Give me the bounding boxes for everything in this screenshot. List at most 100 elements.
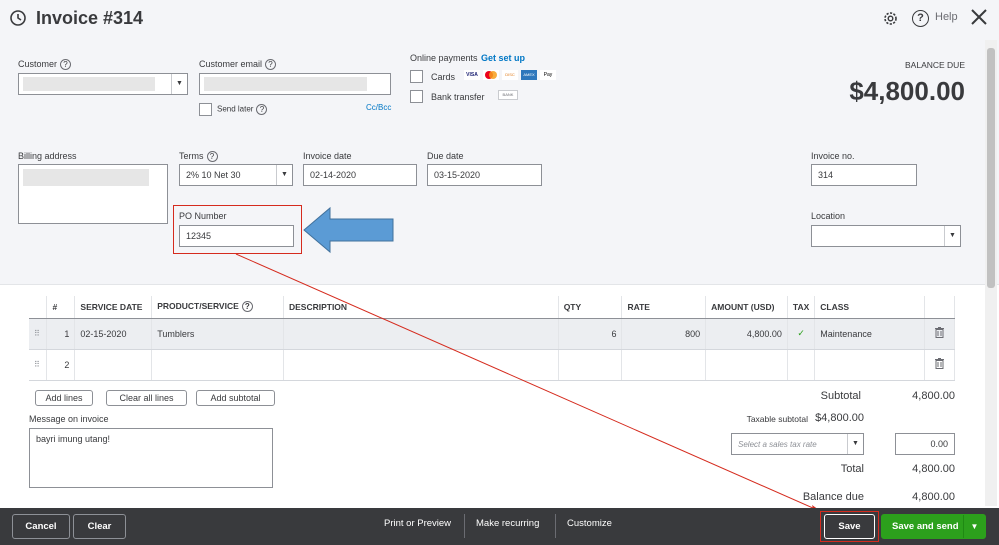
- tax-amount-field[interactable]: 0.00: [895, 433, 955, 455]
- qty-cell[interactable]: 6: [558, 318, 623, 350]
- info-icon[interactable]: ?: [241, 301, 253, 313]
- taxable-subtotal-label: Taxable subtotal: [746, 414, 808, 424]
- chevron-down-icon[interactable]: ▼: [276, 165, 292, 185]
- customize-link[interactable]: Customize: [567, 518, 612, 529]
- online-payments-label: Online payments: [410, 53, 478, 63]
- tax-cell[interactable]: [787, 349, 816, 381]
- bank-icon: BANK: [498, 90, 518, 100]
- description-cell[interactable]: [283, 318, 559, 350]
- chevron-down-icon[interactable]: ▼: [963, 515, 985, 538]
- subtotal-label: Subtotal: [820, 390, 861, 402]
- product-cell[interactable]: [151, 349, 284, 381]
- service-date-cell[interactable]: [74, 349, 153, 381]
- cancel-button[interactable]: Cancel: [12, 514, 70, 539]
- row-number: 2: [46, 349, 76, 381]
- save-and-send-button[interactable]: Save and send ▼: [881, 514, 986, 539]
- help-icon[interactable]: ?: [912, 10, 929, 27]
- history-icon[interactable]: [8, 8, 28, 28]
- clear-all-lines-button[interactable]: Clear all lines: [106, 390, 187, 406]
- mastercard-icon: [483, 70, 499, 80]
- class-cell[interactable]: Maintenance: [814, 318, 925, 350]
- info-icon[interactable]: ?: [256, 104, 268, 115]
- chevron-down-icon[interactable]: ▼: [847, 434, 863, 454]
- message-field[interactable]: bayri imung utang!: [29, 428, 273, 488]
- customer-email-label: Customer email?: [199, 59, 277, 71]
- divider: [555, 514, 556, 538]
- column-header: DESCRIPTION: [283, 296, 559, 319]
- table-header-row: # SERVICE DATE PRODUCT/SERVICE? DESCRIPT…: [29, 296, 955, 319]
- total-label: Total: [840, 463, 864, 475]
- row-number: 1: [46, 318, 76, 350]
- invoice-date-field[interactable]: 02-14-2020: [303, 164, 417, 186]
- get-set-up-link[interactable]: Get set up: [481, 53, 525, 63]
- redacted-value: [23, 77, 155, 91]
- qty-cell[interactable]: [558, 349, 623, 381]
- discover-icon: DISC: [502, 70, 518, 80]
- save-button[interactable]: Save: [824, 514, 875, 539]
- page-title: Invoice #314: [36, 8, 144, 28]
- cards-checkbox[interactable]: [410, 70, 423, 83]
- service-date-cell[interactable]: 02-15-2020: [74, 318, 153, 350]
- tax-rate-select[interactable]: Select a sales tax rate ▼: [731, 433, 864, 455]
- close-icon[interactable]: [969, 7, 989, 27]
- billing-address-label: Billing address: [18, 151, 77, 161]
- amount-cell[interactable]: [705, 349, 788, 381]
- print-preview-link[interactable]: Print or Preview: [384, 518, 451, 529]
- info-icon[interactable]: ?: [206, 151, 218, 163]
- apple-pay-icon: Pay: [540, 70, 556, 80]
- column-header: QTY: [558, 296, 623, 319]
- redacted-value: [23, 169, 149, 186]
- gear-icon[interactable]: [882, 10, 899, 27]
- cc-bcc-link[interactable]: Cc/Bcc: [366, 103, 391, 112]
- customer-label: Customer?: [18, 59, 72, 71]
- chevron-down-icon[interactable]: ▼: [171, 74, 187, 94]
- terms-select[interactable]: 2% 10 Net 30 ▼: [179, 164, 293, 186]
- trash-icon[interactable]: [924, 349, 955, 381]
- send-later-checkbox[interactable]: [199, 103, 212, 116]
- balance-due-total-label: Balance due: [802, 491, 864, 503]
- scrollbar-thumb[interactable]: [987, 48, 995, 288]
- bank-transfer-checkbox[interactable]: [410, 90, 423, 103]
- table-row[interactable]: ⠿ 2: [29, 349, 955, 381]
- balance-due-total-value: 4,800.00: [912, 491, 955, 503]
- class-cell[interactable]: [814, 349, 925, 381]
- add-subtotal-button[interactable]: Add subtotal: [196, 390, 275, 406]
- clear-button[interactable]: Clear: [73, 514, 126, 539]
- trash-icon[interactable]: [924, 318, 955, 350]
- billing-address-field[interactable]: [18, 164, 168, 224]
- column-header: CLASS: [814, 296, 925, 319]
- amount-cell[interactable]: 4,800.00: [705, 318, 788, 350]
- chevron-down-icon[interactable]: ▼: [944, 226, 960, 246]
- due-date-field[interactable]: 03-15-2020: [427, 164, 542, 186]
- table-row[interactable]: ⠿ 1 02-15-2020 Tumblers 6 800 4,800.00 ✓…: [29, 318, 955, 350]
- invoice-no-field[interactable]: 314: [811, 164, 917, 186]
- drag-handle-icon[interactable]: ⠿: [29, 318, 48, 350]
- tax-check-icon[interactable]: ✓: [787, 318, 816, 350]
- tax-rate-placeholder: Select a sales tax rate: [738, 440, 817, 449]
- info-icon[interactable]: ?: [60, 59, 72, 71]
- cards-label: Cards: [431, 72, 456, 82]
- terms-label: Terms?: [179, 151, 218, 163]
- rate-cell[interactable]: 800: [621, 318, 707, 350]
- scrollbar[interactable]: [985, 40, 997, 506]
- subtotal-value: 4,800.00: [912, 390, 955, 402]
- help-label[interactable]: Help: [935, 11, 958, 23]
- info-icon[interactable]: ?: [265, 59, 277, 71]
- annotation-arrow: [303, 206, 394, 254]
- po-number-field[interactable]: 12345: [179, 225, 294, 247]
- customer-select[interactable]: ▼: [18, 73, 188, 95]
- amex-icon: AMEX: [521, 70, 537, 80]
- product-cell[interactable]: Tumblers: [151, 318, 284, 350]
- customer-email-field[interactable]: [199, 73, 391, 95]
- rate-cell[interactable]: [621, 349, 707, 381]
- make-recurring-link[interactable]: Make recurring: [476, 518, 539, 529]
- send-later-label: Send later?: [217, 104, 268, 115]
- visa-icon: VISA: [464, 70, 480, 80]
- description-cell[interactable]: [283, 349, 559, 381]
- invoice-date-label: Invoice date: [303, 151, 352, 161]
- location-select[interactable]: ▼: [811, 225, 961, 247]
- column-header: TAX: [787, 296, 816, 319]
- balance-due-label: BALANCE DUE: [905, 60, 965, 70]
- add-lines-button[interactable]: Add lines: [35, 390, 93, 406]
- drag-handle-icon[interactable]: ⠿: [29, 349, 48, 381]
